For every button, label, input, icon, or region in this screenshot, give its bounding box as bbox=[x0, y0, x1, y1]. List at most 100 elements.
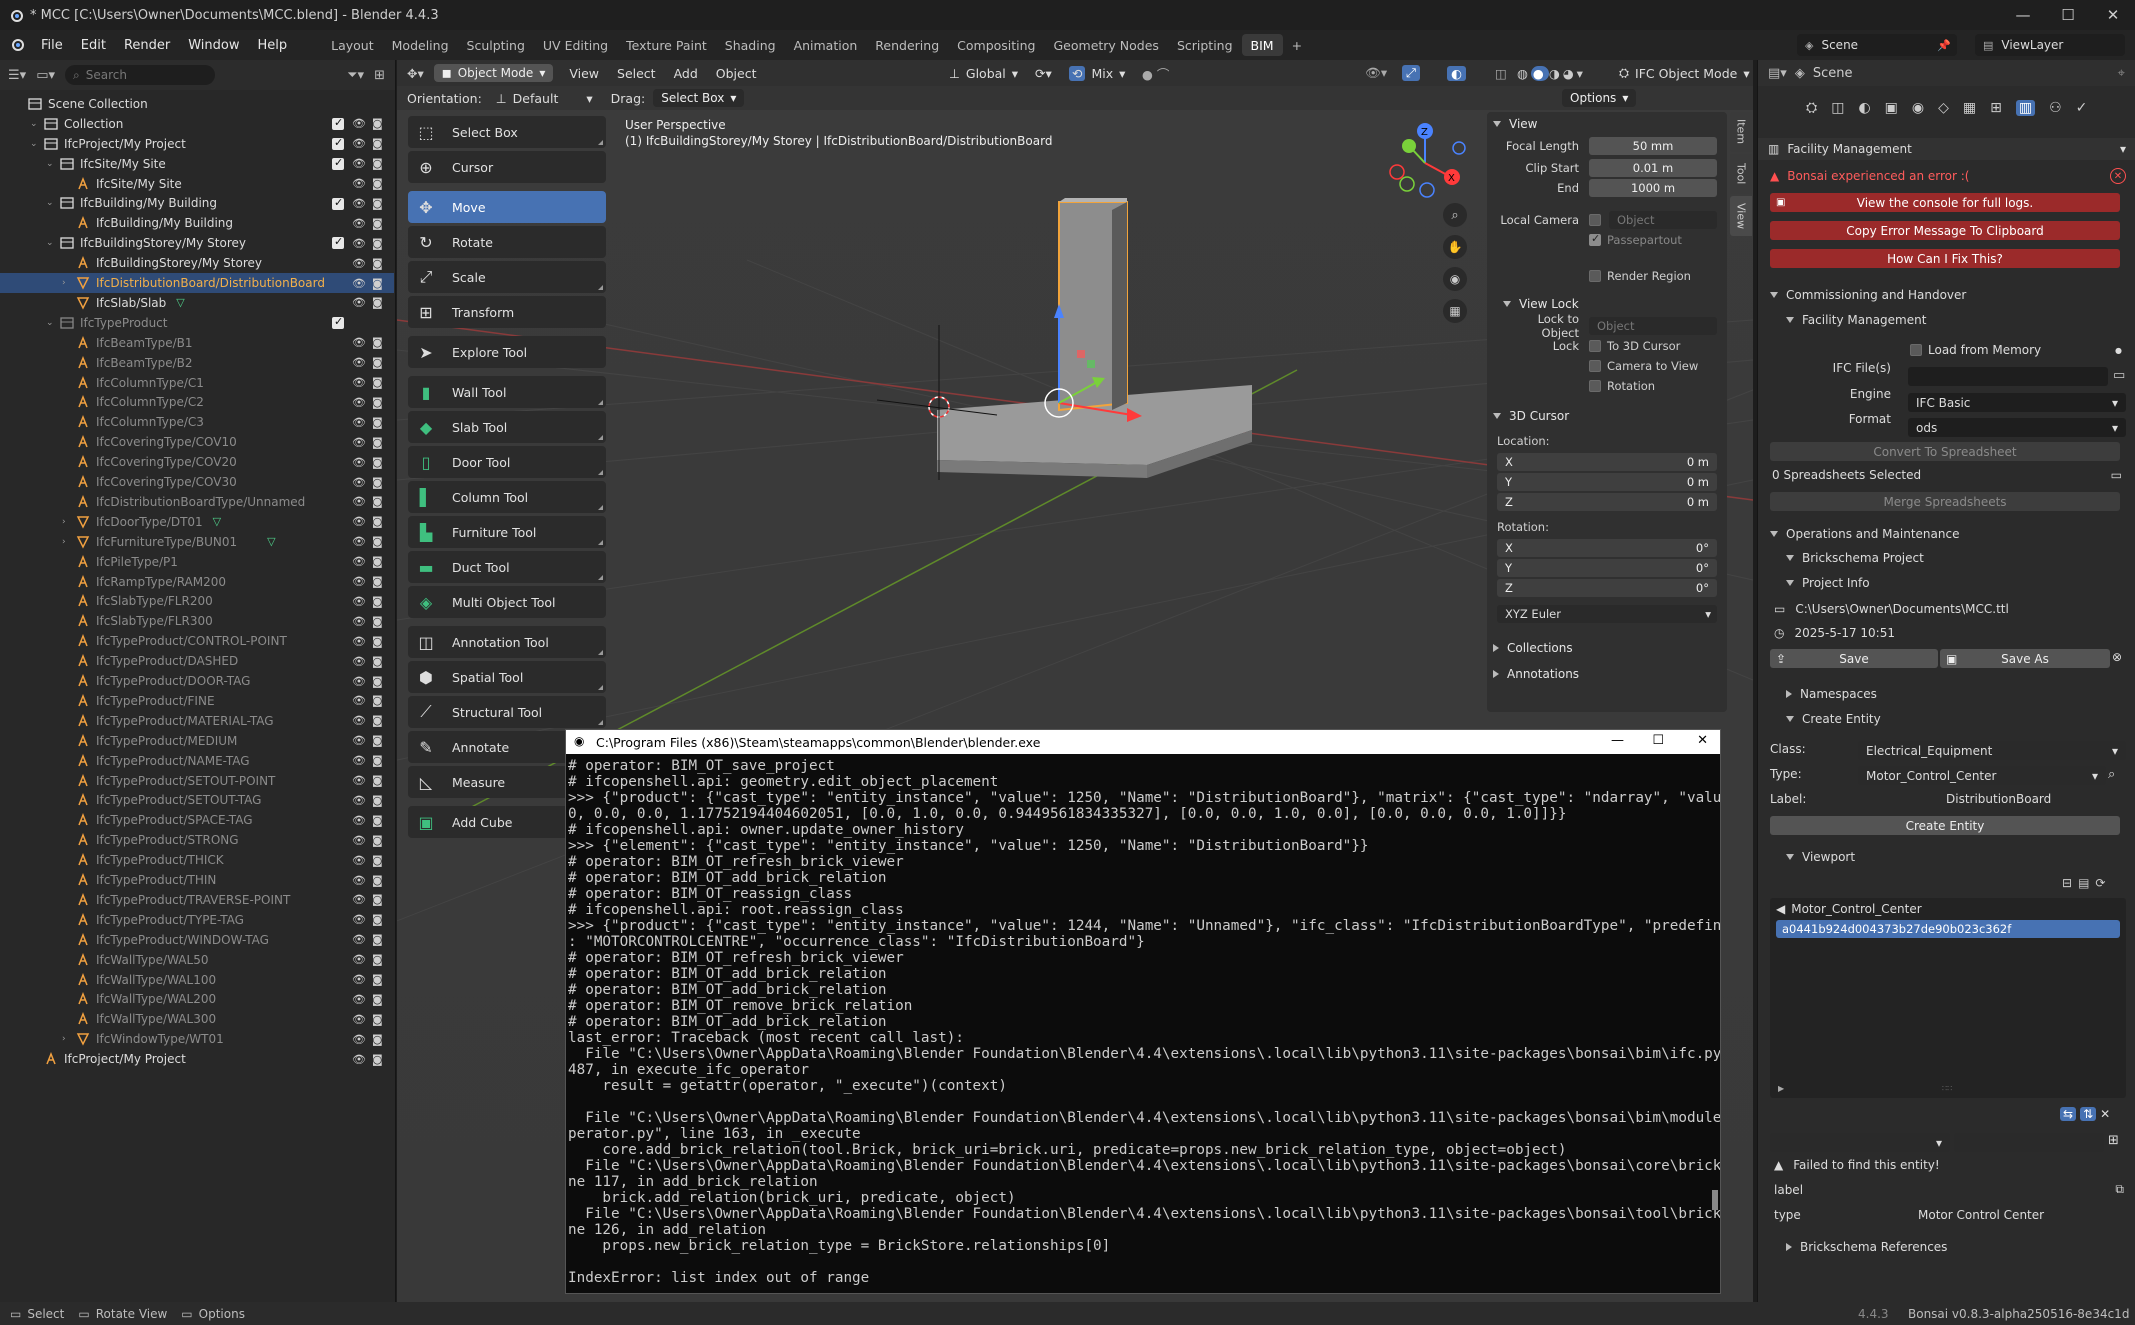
close-project-icon[interactable]: ⊗ bbox=[2112, 650, 2122, 664]
project-info-subsection[interactable]: Project Info bbox=[1758, 576, 2135, 590]
outliner-row[interactable]: IfcColumnType/C3 👁 ◙ bbox=[0, 412, 394, 432]
console-titlebar[interactable]: ◉ C:\Program Files (x86)\Steam\steamapps… bbox=[566, 730, 1720, 754]
outliner-row[interactable]: IfcSlab/Slab ▽ 👁 ◙ bbox=[0, 293, 394, 313]
relation-object-input[interactable] bbox=[1954, 1133, 2104, 1152]
visibility-eye-icon[interactable]: 👁 bbox=[352, 913, 366, 926]
visibility-eye-icon[interactable]: 👁 bbox=[352, 694, 366, 707]
pin-icon[interactable]: 📌 bbox=[1937, 39, 1957, 52]
expand-arrow-icon[interactable]: ⌄ bbox=[46, 318, 54, 328]
outliner-row[interactable]: IfcSite/My Site 👁 ◙ bbox=[0, 174, 394, 194]
tree-view-icon[interactable]: ⊟ bbox=[2062, 876, 2072, 890]
visibility-eye-icon[interactable]: 👁 bbox=[352, 416, 366, 429]
outliner-row[interactable]: IfcTypeProduct/DOOR-TAG 👁 ◙ bbox=[0, 671, 394, 691]
visibility-eye-icon[interactable]: 👁 bbox=[352, 336, 366, 349]
console-minimize-button[interactable]: — bbox=[1611, 733, 1624, 748]
outliner-row[interactable]: IfcTypeProduct/WINDOW-TAG 👁 ◙ bbox=[0, 930, 394, 950]
workspace-tab-compositing[interactable]: Compositing bbox=[948, 34, 1044, 56]
transform-orientation-dropdown[interactable]: ⊥ Global ▾ bbox=[949, 66, 1018, 81]
editor-type-icon[interactable]: ☰▾ bbox=[8, 68, 26, 83]
engine-dropdown[interactable]: IFC Basic ▾ bbox=[1908, 393, 2126, 412]
outliner-row[interactable]: IfcSlabType/FLR200 👁 ◙ bbox=[0, 592, 394, 612]
outliner-row[interactable]: IfcTypeProduct/MEDIUM 👁 ◙ bbox=[0, 731, 394, 751]
outliner-row[interactable]: IfcCoveringType/COV30 👁 ◙ bbox=[0, 472, 394, 492]
render-camera-icon[interactable]: ◙ bbox=[372, 854, 383, 867]
visibility-eye-icon[interactable]: 👁 bbox=[352, 495, 366, 508]
expand-arrow-icon[interactable]: ⌄ bbox=[46, 159, 54, 169]
visibility-eye-icon[interactable]: 👁 bbox=[352, 714, 366, 727]
visibility-eye-icon[interactable]: 👁 bbox=[352, 296, 366, 309]
render-camera-icon[interactable]: ◙ bbox=[372, 157, 383, 170]
filter-icon[interactable]: ⏷▾ bbox=[347, 68, 364, 83]
viewlayer-selector[interactable]: ▤ ViewLayer bbox=[1975, 34, 2125, 56]
outliner-row[interactable]: IfcTypeProduct/CONTROL-POINT 👁 ◙ bbox=[0, 631, 394, 651]
visibility-eye-icon[interactable]: 👁 bbox=[352, 794, 366, 807]
render-camera-icon[interactable]: ◙ bbox=[372, 436, 383, 449]
console-scrollbar[interactable] bbox=[1712, 1190, 1718, 1210]
visibility-eye-icon[interactable]: 👁 bbox=[352, 854, 366, 867]
refresh-icon[interactable]: ⟳ bbox=[2095, 876, 2105, 890]
overlay-toggle-icon[interactable]: ◐ bbox=[1447, 65, 1466, 81]
format-dropdown[interactable]: ods ▾ bbox=[1908, 418, 2126, 437]
tool-scale[interactable]: ⤢ Scale bbox=[408, 261, 606, 293]
back-arrow-icon[interactable]: ◀ bbox=[1776, 902, 1785, 916]
tab-item[interactable]: Item bbox=[1730, 112, 1752, 152]
outliner-row[interactable]: ⌄ IfcProject/My Project 👁 ◙ bbox=[0, 134, 394, 154]
exclude-checkbox[interactable] bbox=[332, 136, 344, 150]
outliner-row[interactable]: IfcProject/My Project 👁 ◙ bbox=[0, 1049, 394, 1069]
class-dropdown[interactable]: Electrical_Equipment ▾ bbox=[1858, 741, 2126, 760]
render-camera-icon[interactable]: ◙ bbox=[372, 117, 383, 130]
visibility-eye-icon[interactable]: 👁 bbox=[352, 535, 366, 548]
outliner-row[interactable]: › IfcWindowType/WT01 👁 ◙ bbox=[0, 1029, 394, 1049]
visibility-eye-icon[interactable]: 👁 bbox=[352, 774, 366, 787]
lock-object-field[interactable]: Object bbox=[1589, 317, 1717, 335]
outliner-row[interactable]: IfcTypeProduct/SETOUT-POINT 👁 ◙ bbox=[0, 771, 394, 791]
collection-tab-icon[interactable]: ◇ bbox=[1938, 100, 1949, 116]
render-camera-icon[interactable]: ◙ bbox=[372, 336, 383, 349]
snap-dropdown[interactable]: ⟲ Mix ▾ bbox=[1069, 65, 1125, 81]
visibility-eye-icon[interactable]: 👁 bbox=[352, 436, 366, 449]
visibility-eye-icon[interactable]: 👁 bbox=[352, 137, 366, 150]
clip-end-field[interactable]: 1000 m bbox=[1589, 179, 1717, 197]
visibility-eye-icon[interactable]: 👁 bbox=[352, 515, 366, 528]
snap-icon[interactable]: ⟲ bbox=[1069, 65, 1086, 81]
pan-hand-icon[interactable]: ✋ bbox=[1443, 235, 1467, 259]
outliner-row[interactable]: IfcTypeProduct/THICK 👁 ◙ bbox=[0, 850, 394, 870]
clip-start-field[interactable]: 0.01 m bbox=[1589, 159, 1717, 177]
visibility-eye-icon[interactable]: 👁 bbox=[352, 754, 366, 767]
outliner-row[interactable]: IfcBeamType/B2 👁 ◙ bbox=[0, 353, 394, 373]
orientation-dropdown[interactable]: ⊥ Default ▾ bbox=[490, 89, 599, 108]
cursor-rot-y-field[interactable]: Y 0° bbox=[1497, 559, 1717, 577]
visibility-eye-icon[interactable]: 👁 bbox=[352, 953, 366, 966]
gizmo-plane-xz[interactable] bbox=[1077, 350, 1085, 358]
workspace-tab-layout[interactable]: Layout bbox=[322, 34, 383, 56]
visibility-eye-icon[interactable]: 👁 bbox=[352, 157, 366, 170]
render-camera-icon[interactable]: ◙ bbox=[372, 535, 383, 548]
search-type-icon[interactable]: ⌕ bbox=[2108, 767, 2115, 782]
cursor-loc-z-field[interactable]: Z0 m bbox=[1497, 493, 1717, 511]
workspace-tab-geometry-nodes[interactable]: Geometry Nodes bbox=[1045, 34, 1168, 56]
render-camera-icon[interactable]: ◙ bbox=[372, 1033, 383, 1046]
render-camera-icon[interactable]: ◙ bbox=[372, 356, 383, 369]
outliner-row[interactable]: ⌄ IfcSite/My Site 👁 ◙ bbox=[0, 154, 394, 174]
zoom-icon[interactable]: ⌕ bbox=[1443, 203, 1467, 227]
passepartout-checkbox[interactable] bbox=[1589, 232, 1601, 246]
display-mode-icon[interactable]: ▭▾ bbox=[36, 68, 55, 83]
output-tab-icon[interactable]: ◫ bbox=[1831, 100, 1844, 116]
viewport-menu-add[interactable]: Add bbox=[674, 66, 698, 81]
outliner-row[interactable]: ⌄ IfcTypeProduct bbox=[0, 313, 394, 333]
create-entity-button[interactable]: Create Entity bbox=[1770, 816, 2120, 835]
expand-arrow-icon[interactable]: ⌄ bbox=[46, 238, 54, 248]
visibility-eye-icon[interactable]: 👁 bbox=[352, 1013, 366, 1026]
render-camera-icon[interactable]: ◙ bbox=[372, 814, 383, 827]
drag-dropdown[interactable]: Select Box ▾ bbox=[653, 89, 745, 107]
render-camera-icon[interactable]: ◙ bbox=[372, 595, 383, 608]
render-camera-icon[interactable]: ◙ bbox=[372, 515, 383, 528]
gizmo-plane-yz[interactable] bbox=[1087, 360, 1095, 368]
expand-arrow-icon[interactable]: ⌄ bbox=[46, 198, 54, 208]
render-camera-icon[interactable]: ◙ bbox=[372, 575, 383, 588]
visibility-eye-icon[interactable]: 👁 bbox=[352, 595, 366, 608]
view-section-header[interactable]: View bbox=[1487, 112, 1727, 136]
render-camera-icon[interactable]: ◙ bbox=[372, 197, 383, 210]
outliner-row[interactable]: IfcSlabType/FLR300 👁 ◙ bbox=[0, 611, 394, 631]
console-window[interactable]: ◉ C:\Program Files (x86)\Steam\steamapps… bbox=[565, 729, 1721, 1294]
